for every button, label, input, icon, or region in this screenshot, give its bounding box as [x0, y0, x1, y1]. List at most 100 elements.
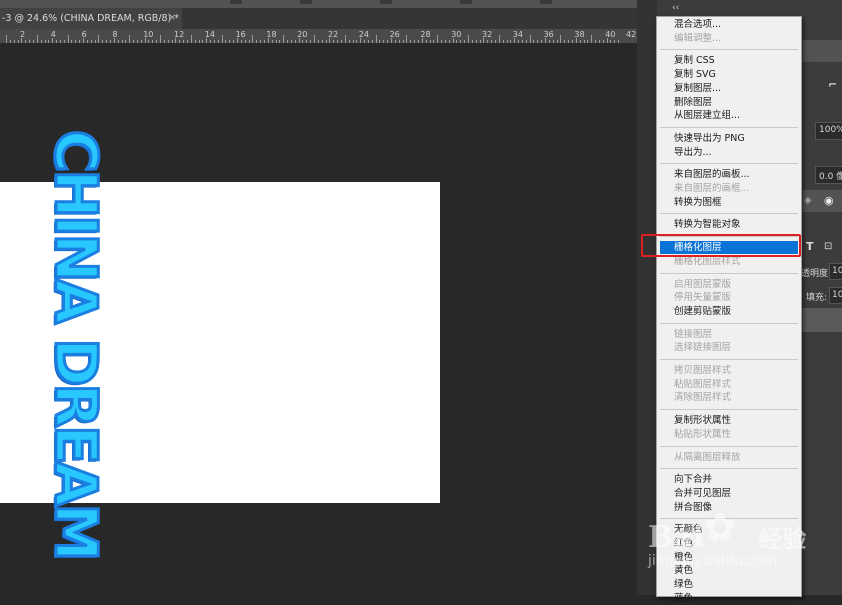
ruler-tick: [140, 40, 142, 43]
text-layer-china-dream[interactable]: CHINA DREAM: [41, 128, 112, 559]
menu-item-11-0[interactable]: 向下合并: [674, 473, 712, 486]
ruler-tick: [163, 40, 165, 43]
ruler-tick: [213, 40, 215, 43]
panel-menu-icon[interactable]: ⌐: [828, 78, 837, 91]
highlight-annotation: [641, 234, 801, 257]
menu-item-2-1[interactable]: 导出为...: [674, 146, 712, 159]
ruler-tick: [279, 40, 281, 43]
ruler-tick: [579, 40, 581, 43]
ruler-tick: [229, 40, 231, 43]
menu-item-1-1[interactable]: 复制 SVG: [674, 68, 716, 81]
collapse-icon[interactable]: ‹‹: [672, 3, 679, 13]
ruler-tick: [271, 40, 273, 43]
menu-item-7-1[interactable]: 选择链接图层: [674, 341, 731, 354]
ruler-number: 6: [81, 30, 87, 39]
ruler-tick: [156, 40, 158, 43]
ruler-tick: [591, 35, 593, 43]
menu-item-12-2[interactable]: 橙色: [674, 551, 693, 564]
ruler-tick: [225, 40, 227, 43]
size-value: 0.0 像: [819, 172, 842, 182]
menu-item-12-5[interactable]: 蓝色: [674, 592, 693, 605]
type-filter-icon[interactable]: T: [806, 240, 814, 253]
ruler-tick: [340, 40, 342, 43]
ruler-tick: [556, 40, 558, 43]
opacity-field[interactable]: 10: [829, 263, 842, 280]
ruler-tick: [9, 40, 11, 43]
menu-item-0-0[interactable]: 混合选项...: [674, 18, 721, 31]
ruler-tick: [179, 40, 181, 43]
document-tab[interactable]: -3 @ 24.6% (CHINA DREAM, RGB/8) * ×: [0, 8, 182, 29]
ruler-tick: [133, 40, 135, 43]
menu-item-3-1[interactable]: 来自图层的画框...: [674, 182, 750, 195]
menu-item-3-2[interactable]: 转换为图框: [674, 196, 722, 209]
menu-item-8-1[interactable]: 粘贴图层样式: [674, 378, 731, 391]
ruler-tick: [67, 35, 69, 43]
ruler-tick: [287, 40, 289, 43]
menu-item-3-0[interactable]: 来自图层的画板...: [674, 168, 750, 181]
menu-item-6-1[interactable]: 停用矢量蒙版: [674, 291, 731, 304]
panel-dock-strip: [637, 0, 657, 595]
ruler-tick: [25, 40, 27, 43]
ruler-tick: [460, 40, 462, 43]
ruler-tick: [487, 40, 489, 43]
ruler-number: 14: [204, 30, 215, 39]
ruler-tick: [71, 40, 73, 43]
ruler-tick: [502, 40, 504, 43]
ruler-tick: [414, 40, 416, 43]
menu-item-9-1[interactable]: 粘贴形状属性: [674, 428, 731, 441]
ruler-tick: [125, 40, 127, 43]
menu-item-11-1[interactable]: 合并可见图层: [674, 487, 731, 500]
menu-item-12-1[interactable]: 红色: [674, 537, 693, 550]
ruler-tick: [221, 35, 223, 43]
menu-item-11-2[interactable]: 拼合图像: [674, 501, 712, 514]
ruler-tick: [190, 35, 192, 43]
shape-filter-icon[interactable]: ⊡: [824, 241, 832, 252]
menu-item-12-4[interactable]: 绿色: [674, 578, 693, 591]
ruler-tick: [198, 40, 200, 43]
menu-item-1-4[interactable]: 从图层建立组...: [674, 109, 740, 122]
ruler-tick: [444, 40, 446, 43]
zoom-value: 100%: [819, 125, 842, 135]
document-tab-title: -3 @ 24.6% (CHINA DREAM, RGB/8) *: [2, 13, 179, 24]
ruler-tick: [75, 40, 77, 43]
menu-item-2-0[interactable]: 快速导出为 PNG: [674, 132, 745, 145]
size-field[interactable]: 0.0 像: [815, 166, 842, 184]
menu-item-9-0[interactable]: 复制形状属性: [674, 414, 731, 427]
menu-item-12-0[interactable]: 无颜色: [674, 523, 703, 536]
eye-icon[interactable]: ◉: [824, 194, 834, 207]
menu-item-12-3[interactable]: 黄色: [674, 564, 693, 577]
menu-item-4-0[interactable]: 转换为智能对象: [674, 218, 741, 231]
selected-layer-row[interactable]: [800, 308, 842, 332]
ruler-tick: [417, 40, 419, 43]
text-layer-wrap[interactable]: CHINA DREAM: [41, 128, 112, 559]
menu-item-1-0[interactable]: 复制 CSS: [674, 54, 715, 67]
menu-item-8-2[interactable]: 清除图层样式: [674, 391, 731, 404]
menu-item-6-0[interactable]: 启用图层蒙版: [674, 278, 731, 291]
ruler-tick: [437, 35, 439, 43]
ruler-tick: [598, 40, 600, 43]
close-icon[interactable]: ×: [168, 8, 176, 29]
ruler-tick: [410, 40, 412, 43]
ruler-tick: [283, 35, 285, 43]
ruler-tick: [171, 40, 173, 43]
menu-item-8-0[interactable]: 拷贝图层样式: [674, 364, 731, 377]
layer-context-menu: 混合选项... 编辑调整... 复制 CSS 复制 SVG 复制图层... 删除图层 从图层…: [656, 16, 802, 604]
ruler-tick: [394, 40, 396, 43]
ruler-tick: [217, 40, 219, 43]
ruler-tick: [387, 40, 389, 43]
zoom-field[interactable]: 100%: [815, 122, 842, 140]
menu-item-0-1[interactable]: 编辑调整...: [674, 32, 721, 45]
ruler-tick: [571, 40, 573, 43]
ruler-tick: [44, 40, 46, 43]
menu-item-7-0[interactable]: 链接图层: [674, 328, 712, 341]
menu-item-1-3[interactable]: 删除图层: [674, 96, 712, 109]
ruler-tick: [90, 40, 92, 43]
ruler-tick: [109, 40, 111, 43]
layer-fx-icon[interactable]: ◈: [804, 195, 812, 206]
ruler-number: 20: [297, 30, 308, 39]
fill-field[interactable]: 10: [829, 287, 842, 304]
menu-item-1-2[interactable]: 复制图层...: [674, 82, 721, 95]
menu-item-10-0[interactable]: 从隔离图层释放: [674, 451, 741, 464]
menu-item-6-2[interactable]: 创建剪贴蒙版: [674, 305, 731, 318]
ruler-tick: [333, 40, 335, 43]
